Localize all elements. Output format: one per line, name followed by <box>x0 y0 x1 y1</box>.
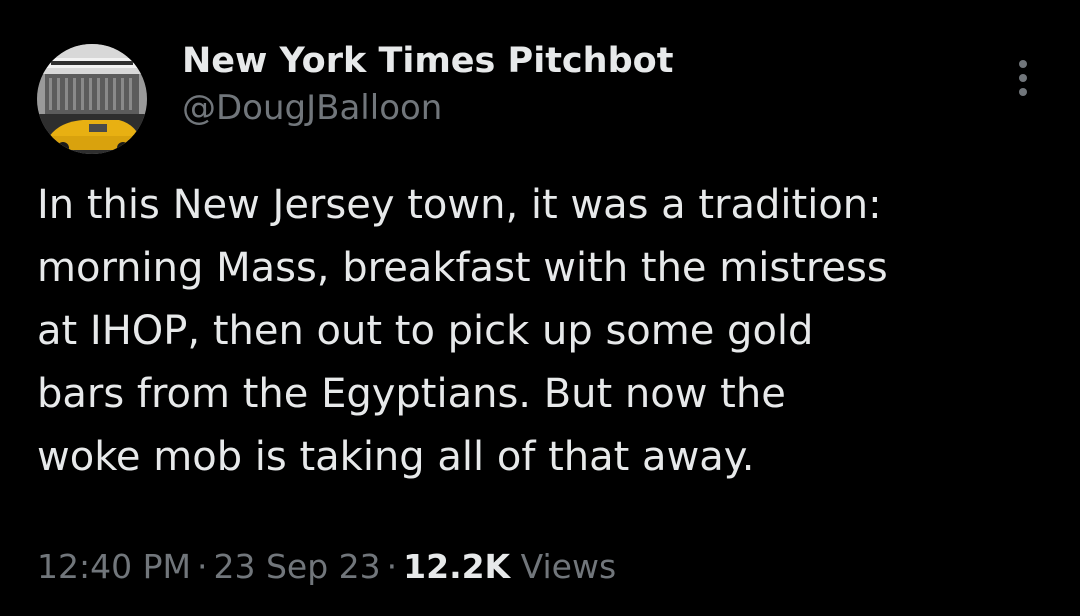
meta-separator: · <box>196 547 208 586</box>
meta-separator: · <box>386 547 398 586</box>
author-handle[interactable]: @DougJBalloon <box>182 84 673 132</box>
more-dot <box>1019 74 1027 82</box>
tweet-time[interactable]: 12:40 PM <box>37 547 191 586</box>
tweet-text: In this New Jersey town, it was a tradit… <box>37 182 888 480</box>
avatar[interactable] <box>37 44 147 154</box>
tweet-card: New York Times Pitchbot @DougJBalloon In… <box>0 0 1080 616</box>
views-count[interactable]: 12.2K <box>403 547 510 586</box>
tweet-date[interactable]: 23 Sep 23 <box>213 547 380 586</box>
views-label[interactable]: Views <box>521 547 617 586</box>
author-display-name[interactable]: New York Times Pitchbot <box>182 38 673 84</box>
avatar-image <box>37 44 147 154</box>
more-dot <box>1019 88 1027 96</box>
more-dot <box>1019 60 1027 68</box>
author-info: New York Times Pitchbot @DougJBalloon <box>182 38 673 132</box>
tweet-meta: 12:40 PM · 23 Sep 23 · 12.2K Views <box>37 542 616 592</box>
more-options-icon[interactable] <box>1006 58 1040 98</box>
